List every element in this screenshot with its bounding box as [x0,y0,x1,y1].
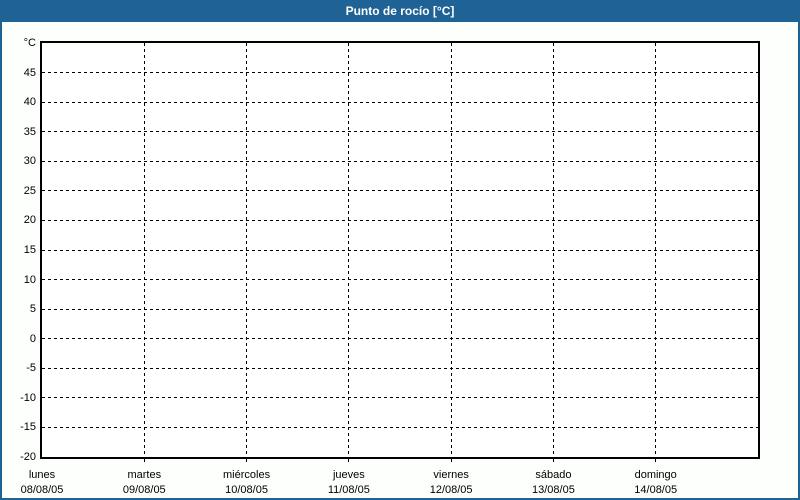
x-axis-tick [246,459,248,462]
y-tick-label: 0 [29,332,36,345]
y-tick-label: 35 [23,125,36,138]
y-axis-unit-label: °C [23,37,36,49]
h-gridline [42,101,758,103]
y-tick-label: -20 [20,451,36,463]
y-tick-label: 15 [23,244,36,256]
y-tick-label: 40 [23,96,36,109]
h-gridline [42,308,758,310]
chart-title: Punto de rocío [°C] [345,4,455,18]
h-gridline [42,279,758,281]
h-gridline [42,160,758,162]
plot-area [40,41,760,459]
v-gridline [655,43,657,457]
h-gridline [42,190,758,192]
title-bar: Punto de rocío [°C] [0,0,800,22]
h-gridline [42,338,758,340]
x-axis-tick [552,459,554,462]
x-day-label: domingo [634,469,677,481]
h-gridline [42,426,758,428]
x-axis-tick [450,459,452,462]
h-gridline [42,219,758,221]
v-gridline [348,43,350,457]
h-gridline [42,72,758,74]
y-tick-label: 30 [23,155,36,168]
chart-window: Punto de rocío [°C] °C 45 40 35 30 25 20 15 10 5 0… [0,0,800,500]
h-gridline [42,367,758,369]
y-tick-label: 25 [23,184,36,197]
v-gridline [552,43,554,457]
v-gridline [246,43,248,457]
x-axis-tick [348,459,350,462]
y-tick-label: 10 [23,273,36,286]
x-axis-tick [655,459,657,462]
y-tick-label: -5 [26,362,36,375]
y-tick-label: 45 [23,66,36,79]
h-gridline [42,249,758,251]
h-gridline [42,397,758,399]
v-gridline [143,43,145,457]
v-gridline [450,43,452,457]
h-gridline [42,131,758,133]
y-tick-label: -10 [20,391,36,404]
y-tick-label: 5 [29,303,36,316]
x-date-label: 14/08/05 [634,484,678,496]
x-axis-tick [143,459,145,462]
y-tick-label: 20 [23,214,36,227]
y-tick-label: -15 [20,421,36,434]
